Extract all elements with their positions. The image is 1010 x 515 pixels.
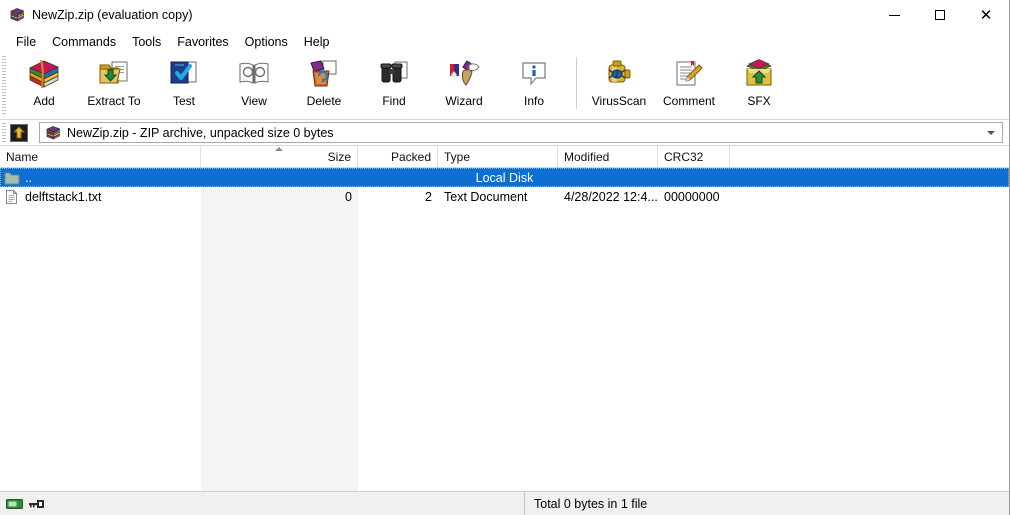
virusscan-button[interactable]: VirusScan: [584, 53, 654, 115]
window-controls: ✕: [871, 0, 1009, 30]
file-rows: .. Local Disk delftstack1.txt 0 2 Text D…: [0, 168, 1009, 206]
status-bar-left: [0, 492, 525, 515]
menu-item-tools[interactable]: Tools: [124, 32, 169, 52]
file-list-body[interactable]: .. Local Disk delftstack1.txt 0 2 Text D…: [0, 168, 1009, 491]
view-glasses-book-icon: [237, 57, 271, 91]
minimize-button[interactable]: [871, 0, 917, 30]
test-check-icon: [167, 57, 201, 91]
delete-button-label: Delete: [306, 94, 342, 108]
window-title: NewZip.zip (evaluation copy): [32, 8, 193, 22]
cell-modified: 4/28/2022 12:4...: [564, 189, 658, 204]
menu-bar: File Commands Tools Favorites Options He…: [0, 30, 1009, 53]
sort-ascending-icon: [275, 147, 283, 151]
sfx-box-icon: [742, 57, 776, 91]
info-button-label: Info: [523, 94, 544, 108]
archive-path-combobox[interactable]: NewZip.zip - ZIP archive, unpacked size …: [39, 122, 1003, 143]
wizard-hat-icon: [447, 57, 481, 91]
comment-button-label: Comment: [662, 94, 715, 108]
extract-to-button[interactable]: Extract To: [79, 53, 149, 115]
add-button[interactable]: Add: [9, 53, 79, 115]
column-header-type[interactable]: Type: [438, 146, 558, 167]
cell-type: Local Disk: [475, 170, 534, 185]
menu-item-help[interactable]: Help: [296, 32, 338, 52]
main-toolbar: Add Extract To Test View Delete Find Wiz…: [0, 53, 1009, 120]
find-button-label: Find: [382, 94, 406, 108]
status-bar-right: Total 0 bytes in 1 file: [525, 492, 1009, 515]
cell-crc32: 00000000: [664, 189, 720, 204]
cell-size: 0: [345, 189, 352, 204]
wizard-button[interactable]: Wizard: [429, 53, 499, 115]
column-header-crc32[interactable]: CRC32: [658, 146, 730, 167]
path-bar: NewZip.zip - ZIP archive, unpacked size …: [0, 120, 1009, 145]
test-button[interactable]: Test: [149, 53, 219, 115]
info-bubble-icon: [517, 57, 551, 91]
toolbar-separator: [576, 57, 577, 109]
column-header-size[interactable]: Size: [201, 146, 358, 167]
cell-type: Text Document: [444, 189, 528, 204]
add-button-label: Add: [33, 94, 55, 108]
column-header-packed[interactable]: Packed: [358, 146, 438, 167]
text-document-icon: [4, 188, 20, 205]
close-button[interactable]: ✕: [963, 0, 1009, 30]
sfx-button-label: SFX: [747, 94, 771, 108]
minimize-icon: [888, 14, 900, 16]
menu-item-options[interactable]: Options: [237, 32, 296, 52]
chevron-down-icon[interactable]: [987, 130, 995, 135]
winrar-books-icon: [9, 7, 25, 23]
extract-to-button-label: Extract To: [87, 94, 141, 108]
virusscan-spray-icon: [602, 57, 636, 91]
menu-item-file[interactable]: File: [8, 32, 44, 52]
delete-trash-icon: [307, 57, 341, 91]
column-header-name[interactable]: Name: [0, 146, 201, 167]
title-bar: NewZip.zip (evaluation copy) ✕: [0, 0, 1009, 30]
extract-folder-icon: [97, 57, 131, 91]
sorted-column-highlight: [201, 168, 358, 491]
up-one-level-icon: [10, 123, 28, 142]
virusscan-button-label: VirusScan: [591, 94, 647, 108]
find-binoculars-icon: [377, 57, 411, 91]
comment-button[interactable]: Comment: [654, 53, 724, 115]
winrar-window: NewZip.zip (evaluation copy) ✕ File Comm…: [0, 0, 1010, 515]
archive-books-icon: [45, 125, 61, 141]
view-button-label: View: [241, 94, 267, 108]
test-button-label: Test: [172, 94, 195, 108]
sfx-button[interactable]: SFX: [724, 53, 794, 115]
archive-path-text: NewZip.zip - ZIP archive, unpacked size …: [67, 125, 334, 140]
cell-name: delftstack1.txt: [0, 187, 201, 206]
file-list-header: Name Size Packed Type Modified CRC32: [0, 145, 1009, 168]
column-header-modified[interactable]: Modified: [558, 146, 658, 167]
up-one-level-button[interactable]: [8, 122, 30, 143]
comment-pencil-icon: [672, 57, 706, 91]
total-size-text: Total 0 bytes in 1 file: [534, 496, 648, 511]
status-bar: Total 0 bytes in 1 file: [0, 491, 1009, 515]
cell-name-text: delftstack1.txt: [25, 189, 102, 204]
key-icon[interactable]: [28, 497, 45, 511]
wizard-button-label: Wizard: [445, 94, 483, 108]
maximize-button[interactable]: [917, 0, 963, 30]
cell-packed: 2: [425, 189, 432, 204]
green-drive-icon[interactable]: [6, 497, 23, 511]
menu-item-commands[interactable]: Commands: [44, 32, 124, 52]
toolbar-grip[interactable]: [2, 56, 6, 116]
table-row[interactable]: delftstack1.txt 0 2 Text Document 4/28/2…: [0, 187, 1009, 206]
delete-button[interactable]: Delete: [289, 53, 359, 115]
add-books-icon: [27, 57, 61, 91]
find-button[interactable]: Find: [359, 53, 429, 115]
table-row[interactable]: .. Local Disk: [0, 168, 1009, 187]
close-icon: ✕: [979, 5, 993, 24]
menu-item-favorites[interactable]: Favorites: [169, 32, 236, 52]
view-button[interactable]: View: [219, 53, 289, 115]
info-button[interactable]: Info: [499, 53, 569, 115]
maximize-icon: [935, 10, 945, 20]
path-bar-grip[interactable]: [2, 123, 6, 142]
